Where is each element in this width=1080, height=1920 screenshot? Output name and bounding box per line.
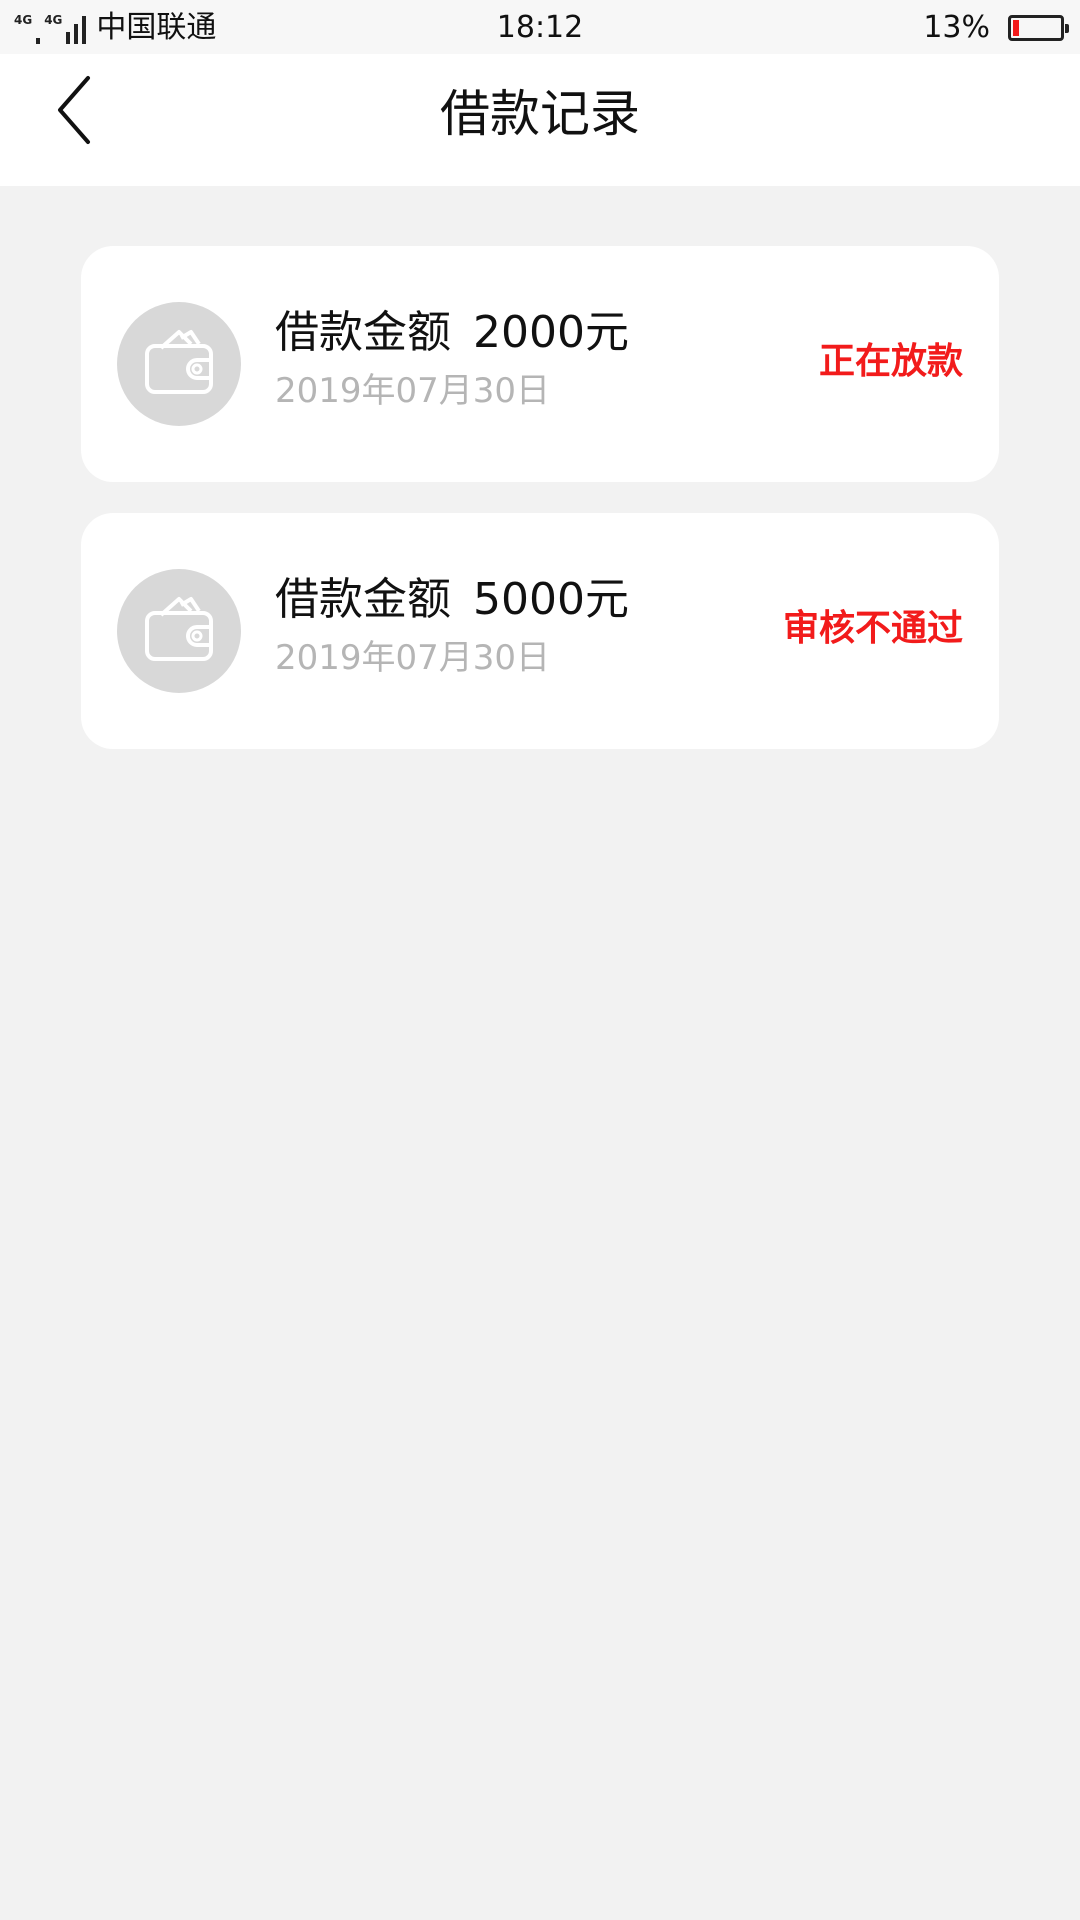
loan-amount: 借款金额 2000元 <box>275 306 629 360</box>
battery-percent: 13% <box>923 10 990 45</box>
loan-date: 2019年07月30日 <box>275 638 551 678</box>
page-title: 借款记录 <box>440 85 640 143</box>
status-right: 13% <box>923 8 1069 48</box>
nav-bar: 借款记录 <box>0 54 1080 186</box>
amount-value: 5000元 <box>473 574 629 625</box>
status-time: 18:12 <box>496 10 584 45</box>
loan-status: 正在放款 <box>818 341 963 382</box>
amount-label: 借款金额 <box>275 574 451 625</box>
amount-label: 借款金额 <box>275 307 451 358</box>
wallet-avatar <box>117 569 241 693</box>
battery-level-fill <box>1013 20 1019 36</box>
loan-status: 审核不通过 <box>782 608 963 649</box>
status-bar: 4G 4G 中国联通 18:12 13% <box>0 0 1080 54</box>
loan-record-card[interactable]: 借款金额 2000元 2019年07月30日 正在放款 <box>81 246 999 482</box>
battery-icon <box>1008 15 1069 41</box>
wallet-icon <box>145 330 213 394</box>
loan-amount: 借款金额 5000元 <box>275 573 629 627</box>
wallet-avatar <box>117 302 241 426</box>
loan-date: 2019年07月30日 <box>275 371 551 411</box>
loan-record-list: 借款金额 2000元 2019年07月30日 正在放款 借款金额 5000元 201… <box>81 246 999 780</box>
wallet-icon <box>145 597 213 661</box>
amount-value: 2000元 <box>473 307 629 358</box>
loan-record-card[interactable]: 借款金额 5000元 2019年07月30日 审核不通过 <box>81 513 999 749</box>
